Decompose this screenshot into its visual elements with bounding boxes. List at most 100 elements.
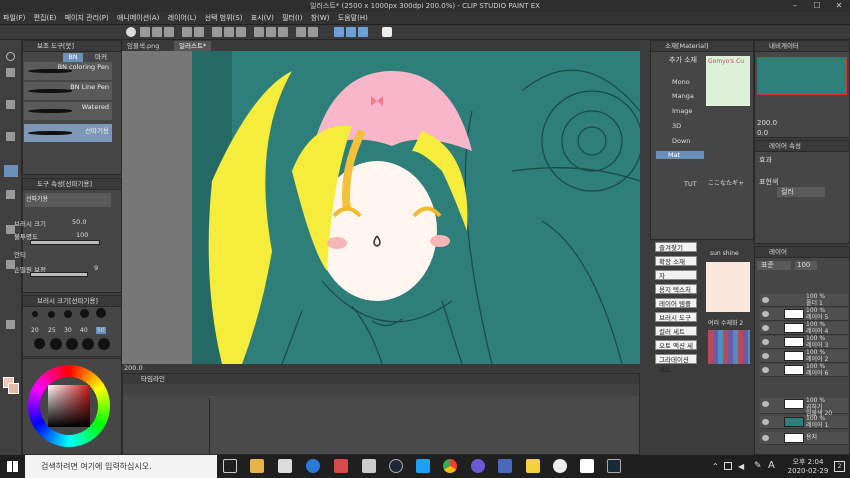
size-preset-dot[interactable] xyxy=(98,338,110,350)
brush-size-row[interactable]: 브러시 크기 50.0 xyxy=(14,218,118,228)
size-preset-dot[interactable] xyxy=(96,308,106,318)
tree-item[interactable]: Image xyxy=(672,107,692,115)
navigator-angle[interactable]: 0.0 xyxy=(757,129,768,137)
network-icon[interactable] xyxy=(724,462,732,470)
tab-illustration[interactable]: 일러스트* xyxy=(174,41,212,51)
brush-item-watered[interactable]: Watered xyxy=(24,102,112,120)
clip-studio-icon[interactable] xyxy=(126,27,136,37)
menu-view[interactable]: 표시(V) xyxy=(248,12,277,25)
color-saturation-square[interactable] xyxy=(48,385,90,427)
sub-color-swatch[interactable] xyxy=(8,383,19,394)
steam-app-icon[interactable] xyxy=(607,459,621,473)
zoom-tool-icon[interactable] xyxy=(6,52,15,61)
save-icon[interactable] xyxy=(164,27,174,37)
eye-icon[interactable] xyxy=(762,435,769,441)
menu-layer[interactable]: 레이어(L) xyxy=(165,12,200,25)
volume-icon[interactable]: ◀ xyxy=(738,462,744,471)
material-btn-extended[interactable]: 확장 소재 xyxy=(655,256,697,266)
eye-icon[interactable] xyxy=(762,367,769,373)
layer-row[interactable]: 100 % 레이어 1 xyxy=(760,415,848,429)
material-preview-3[interactable]: sun shine xyxy=(710,250,739,257)
chrome-icon[interactable] xyxy=(443,459,457,473)
tree-item[interactable]: Manga xyxy=(672,92,694,100)
menu-selection[interactable]: 선택 범위(S) xyxy=(202,12,246,25)
scale-icon[interactable] xyxy=(236,27,246,37)
timeline-controls[interactable] xyxy=(123,384,639,396)
clip-studio-paint-icon[interactable] xyxy=(580,459,594,473)
app-icon-blue[interactable] xyxy=(498,459,512,473)
material-btn-gradient[interactable]: 그라데이션 세트 xyxy=(655,354,697,374)
menu-help[interactable]: 도움말(H) xyxy=(335,12,371,25)
size-preset-dot[interactable] xyxy=(82,338,94,350)
move-tool-icon[interactable] xyxy=(6,68,15,77)
antialias-row[interactable]: 안티 xyxy=(14,249,118,259)
layer-row[interactable]: 100 % 곱하기 임물색 20 xyxy=(760,397,848,417)
material-preview-2[interactable]: ここなたギャ xyxy=(708,178,744,187)
close-button[interactable]: ✕ xyxy=(828,0,850,12)
stabilization-slider[interactable] xyxy=(30,272,88,277)
ruler-snap-icon[interactable] xyxy=(334,27,344,37)
twitter-icon[interactable] xyxy=(416,459,430,473)
deselect-icon[interactable] xyxy=(266,27,276,37)
layer-row[interactable]: 100 % 레이어 6 xyxy=(760,363,848,377)
eye-icon[interactable] xyxy=(762,401,769,407)
layer-row[interactable]: 100 % 레이어 3 xyxy=(760,335,848,349)
brush-item-line-art[interactable]: 선따기용 xyxy=(24,124,112,142)
eye-icon[interactable] xyxy=(762,419,769,425)
app-icon-red[interactable] xyxy=(334,459,348,473)
eye-icon[interactable] xyxy=(762,339,769,345)
show-selection-icon[interactable] xyxy=(308,27,318,37)
material-btn-paper-texture[interactable]: 용지 텍스처 xyxy=(655,284,697,294)
steam-icon[interactable] xyxy=(389,459,403,473)
tree-item[interactable]: Mat xyxy=(656,151,704,159)
open-file-icon[interactable] xyxy=(152,27,162,37)
material-btn-favorites[interactable]: 즐겨찾기 xyxy=(655,242,697,252)
tree-item[interactable]: TUT xyxy=(684,180,697,188)
transform-icon[interactable] xyxy=(224,27,234,37)
app-icon-purple[interactable] xyxy=(471,459,485,473)
clip-studio-launcher-icon[interactable] xyxy=(553,459,567,473)
minimize-button[interactable]: – xyxy=(784,0,806,12)
subtool-tab-bn[interactable]: BN xyxy=(63,53,83,62)
edge-icon[interactable] xyxy=(306,459,320,473)
task-view-icon[interactable] xyxy=(223,459,237,473)
help-icon[interactable] xyxy=(382,27,392,37)
new-file-icon[interactable] xyxy=(140,27,150,37)
menu-file[interactable]: 파일(F) xyxy=(0,12,28,25)
clear-icon[interactable] xyxy=(212,27,222,37)
tree-item[interactable]: Down xyxy=(672,137,690,145)
navigator-preview[interactable] xyxy=(757,57,847,95)
grid-snap-icon[interactable] xyxy=(358,27,368,37)
material-palette-preview[interactable] xyxy=(708,330,750,364)
blend-mode-select[interactable]: 표준 xyxy=(757,261,791,270)
text-tool-icon[interactable] xyxy=(6,320,15,329)
layer-row[interactable]: 100 % 레이어 4 xyxy=(760,321,848,335)
subtool-tab-marker[interactable]: 마커 xyxy=(95,53,119,62)
taskbar-search-box[interactable]: 검색하려면 여기에 입력하십시오. xyxy=(25,455,217,478)
layer-row[interactable]: 100 % 레이어 5 xyxy=(760,307,848,321)
special-ruler-snap-icon[interactable] xyxy=(346,27,356,37)
eyedropper-tool-icon[interactable] xyxy=(6,132,15,141)
layer-opacity-value[interactable]: 100 xyxy=(795,261,817,270)
redo-icon[interactable] xyxy=(194,27,204,37)
brush-tool-icon[interactable] xyxy=(6,190,15,199)
size-preset-dot[interactable] xyxy=(80,309,89,318)
eye-icon[interactable] xyxy=(762,353,769,359)
menu-page[interactable]: 페이지 관리(P) xyxy=(62,12,112,25)
material-btn-color-set[interactable]: 컬러 세트 xyxy=(655,326,697,336)
material-btn-auto-action[interactable]: 오토 액션 세트 xyxy=(655,340,697,360)
material-preview-1[interactable]: Gomyo's Cu xyxy=(706,56,750,106)
menu-edit[interactable]: 편집(E) xyxy=(31,12,60,25)
eye-icon[interactable] xyxy=(762,311,769,317)
tree-item[interactable]: 3D xyxy=(672,122,681,130)
material-thumbnail-avatar[interactable] xyxy=(706,262,750,312)
brush-item-bn-line[interactable]: BN Line Pen xyxy=(24,82,112,100)
canvas-artwork[interactable] xyxy=(122,51,643,365)
eye-icon[interactable] xyxy=(762,297,769,303)
size-preset-dot[interactable] xyxy=(34,338,45,349)
input-language-indicator[interactable]: A xyxy=(768,460,775,471)
invert-selection-icon[interactable] xyxy=(278,27,288,37)
mail-icon[interactable] xyxy=(362,459,376,473)
notification-icon[interactable]: 2 xyxy=(834,461,845,472)
size-preset-dot[interactable] xyxy=(66,338,78,350)
